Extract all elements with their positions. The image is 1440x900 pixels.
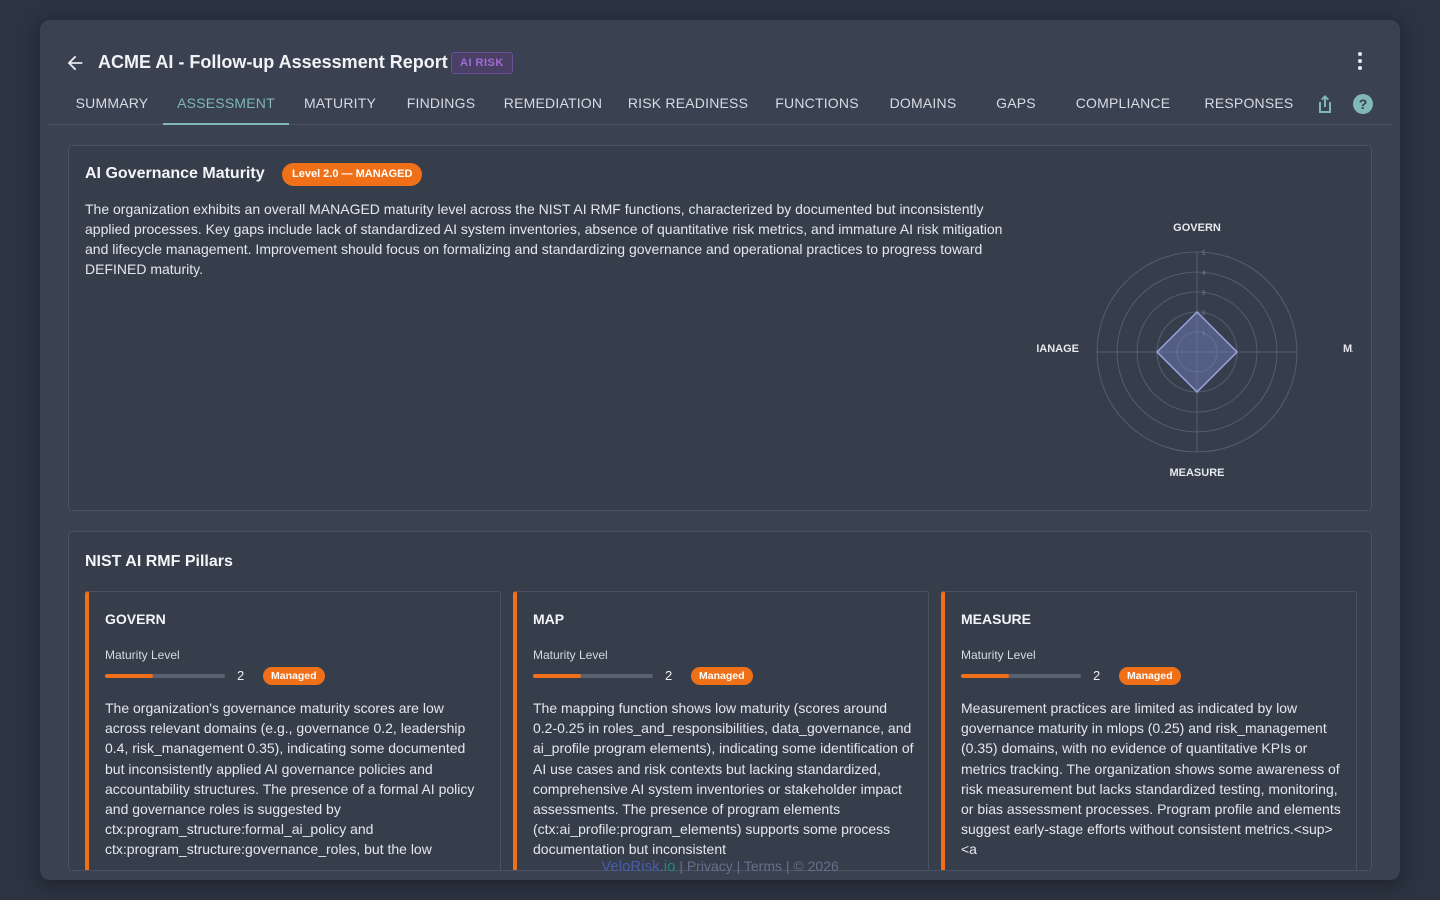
page-footer: VeloRisk.io | Privacy | Terms | © 2026 bbox=[40, 858, 1400, 875]
more-vert-icon[interactable] bbox=[1350, 50, 1370, 72]
tab-domains[interactable]: DOMAINS bbox=[881, 90, 965, 125]
tab-maturity[interactable]: MATURITY bbox=[296, 90, 384, 125]
radar-axis-map: MAP bbox=[1343, 343, 1353, 355]
maturity-status-badge: Managed bbox=[691, 667, 753, 685]
pillar-description: The mapping function shows low maturity … bbox=[533, 700, 914, 858]
radar-tick-label: 2 bbox=[1202, 311, 1206, 317]
share-icon[interactable] bbox=[1313, 92, 1337, 116]
footer-brand[interactable]: VeloRisk bbox=[601, 858, 659, 875]
maturity-level-badge: Level 2.0 — MANAGED bbox=[282, 163, 423, 186]
maturity-progress-bar bbox=[961, 674, 1081, 678]
footer-links[interactable]: | Privacy | Terms | © 2026 bbox=[679, 858, 838, 874]
maturity-progress-fill bbox=[105, 674, 153, 678]
radar-tick-label: 4 bbox=[1202, 271, 1206, 277]
maturity-level-label: Maturity Level bbox=[961, 648, 1036, 662]
tab-functions[interactable]: FUNCTIONS bbox=[768, 90, 866, 125]
pillars-card: NIST AI RMF Pillars GOVERN Maturity Leve… bbox=[68, 531, 1372, 871]
maturity-progress-bar bbox=[533, 674, 653, 678]
pillar-title: MAP bbox=[533, 611, 565, 627]
maturity-card: AI Governance Maturity Level 2.0 — MANAG… bbox=[68, 145, 1372, 511]
radar-tick-label: 3 bbox=[1202, 291, 1206, 297]
pillar-card-map: MAP Maturity Level 2 Managed The mapping… bbox=[513, 591, 929, 870]
pillar-card-measure: MEASURE Maturity Level 2 Managed Measure… bbox=[941, 591, 1357, 870]
pillar-description: Measurement practices are limited as ind… bbox=[961, 700, 1341, 858]
footer-brand-tld[interactable]: .io bbox=[660, 858, 676, 875]
maturity-level-value: 2 bbox=[665, 668, 673, 683]
maturity-level-label: Maturity Level bbox=[533, 648, 608, 662]
maturity-level-value: 2 bbox=[237, 668, 245, 683]
maturity-level-value: 2 bbox=[1093, 668, 1101, 683]
tab-remediation[interactable]: REMEDIATION bbox=[497, 90, 609, 125]
pillars-title: NIST AI RMF Pillars bbox=[85, 553, 233, 570]
tab-findings[interactable]: FINDINGS bbox=[400, 90, 482, 125]
tab-risk-readiness[interactable]: RISK READINESS bbox=[624, 90, 752, 125]
tab-summary[interactable]: SUMMARY bbox=[62, 90, 162, 125]
maturity-progress-fill bbox=[533, 674, 581, 678]
tab-gaps[interactable]: GAPS bbox=[980, 90, 1052, 125]
radar-axis-govern: GOVERN bbox=[1173, 222, 1221, 234]
maturity-level-label: Maturity Level bbox=[105, 648, 180, 662]
maturity-status-badge: Managed bbox=[1119, 667, 1181, 685]
maturity-title: AI Governance Maturity bbox=[85, 165, 265, 182]
maturity-progress-bar bbox=[105, 674, 225, 678]
pillar-title: GOVERN bbox=[105, 611, 166, 627]
svg-text:?: ? bbox=[1359, 96, 1368, 112]
maturity-progress-fill bbox=[961, 674, 1009, 678]
tab-responses[interactable]: RESPONSES bbox=[1194, 90, 1304, 125]
help-circle-icon[interactable]: ? bbox=[1351, 92, 1375, 116]
report-header: ACME AI - Follow-up Assessment Report AI… bbox=[40, 20, 1400, 80]
arrow-left-icon[interactable] bbox=[64, 52, 86, 74]
tab-assessment[interactable]: ASSESSMENT bbox=[163, 90, 289, 125]
radar-axis-manage: MANAGE bbox=[1037, 343, 1079, 355]
maturity-radar-chart: 12345 GOVERN MAP MEASURE MANAGE bbox=[1037, 222, 1353, 479]
maturity-summary: The organization exhibits an overall MAN… bbox=[85, 201, 1003, 277]
radar-axis-measure: MEASURE bbox=[1169, 467, 1224, 479]
pillar-card-govern: GOVERN Maturity Level 2 Managed The orga… bbox=[85, 591, 501, 870]
category-badge: AI RISK bbox=[451, 52, 513, 74]
report-window: ACME AI - Follow-up Assessment Report AI… bbox=[40, 20, 1400, 880]
maturity-status-badge: Managed bbox=[263, 667, 325, 685]
tab-compliance[interactable]: COMPLIANCE bbox=[1066, 90, 1180, 125]
report-tabs: SUMMARY ASSESSMENT MATURITY FINDINGS REM… bbox=[48, 90, 1392, 125]
page-title: ACME AI - Follow-up Assessment Report bbox=[98, 52, 448, 72]
pillar-title: MEASURE bbox=[961, 611, 1032, 627]
pillar-description: The organization's governance maturity s… bbox=[105, 700, 475, 858]
